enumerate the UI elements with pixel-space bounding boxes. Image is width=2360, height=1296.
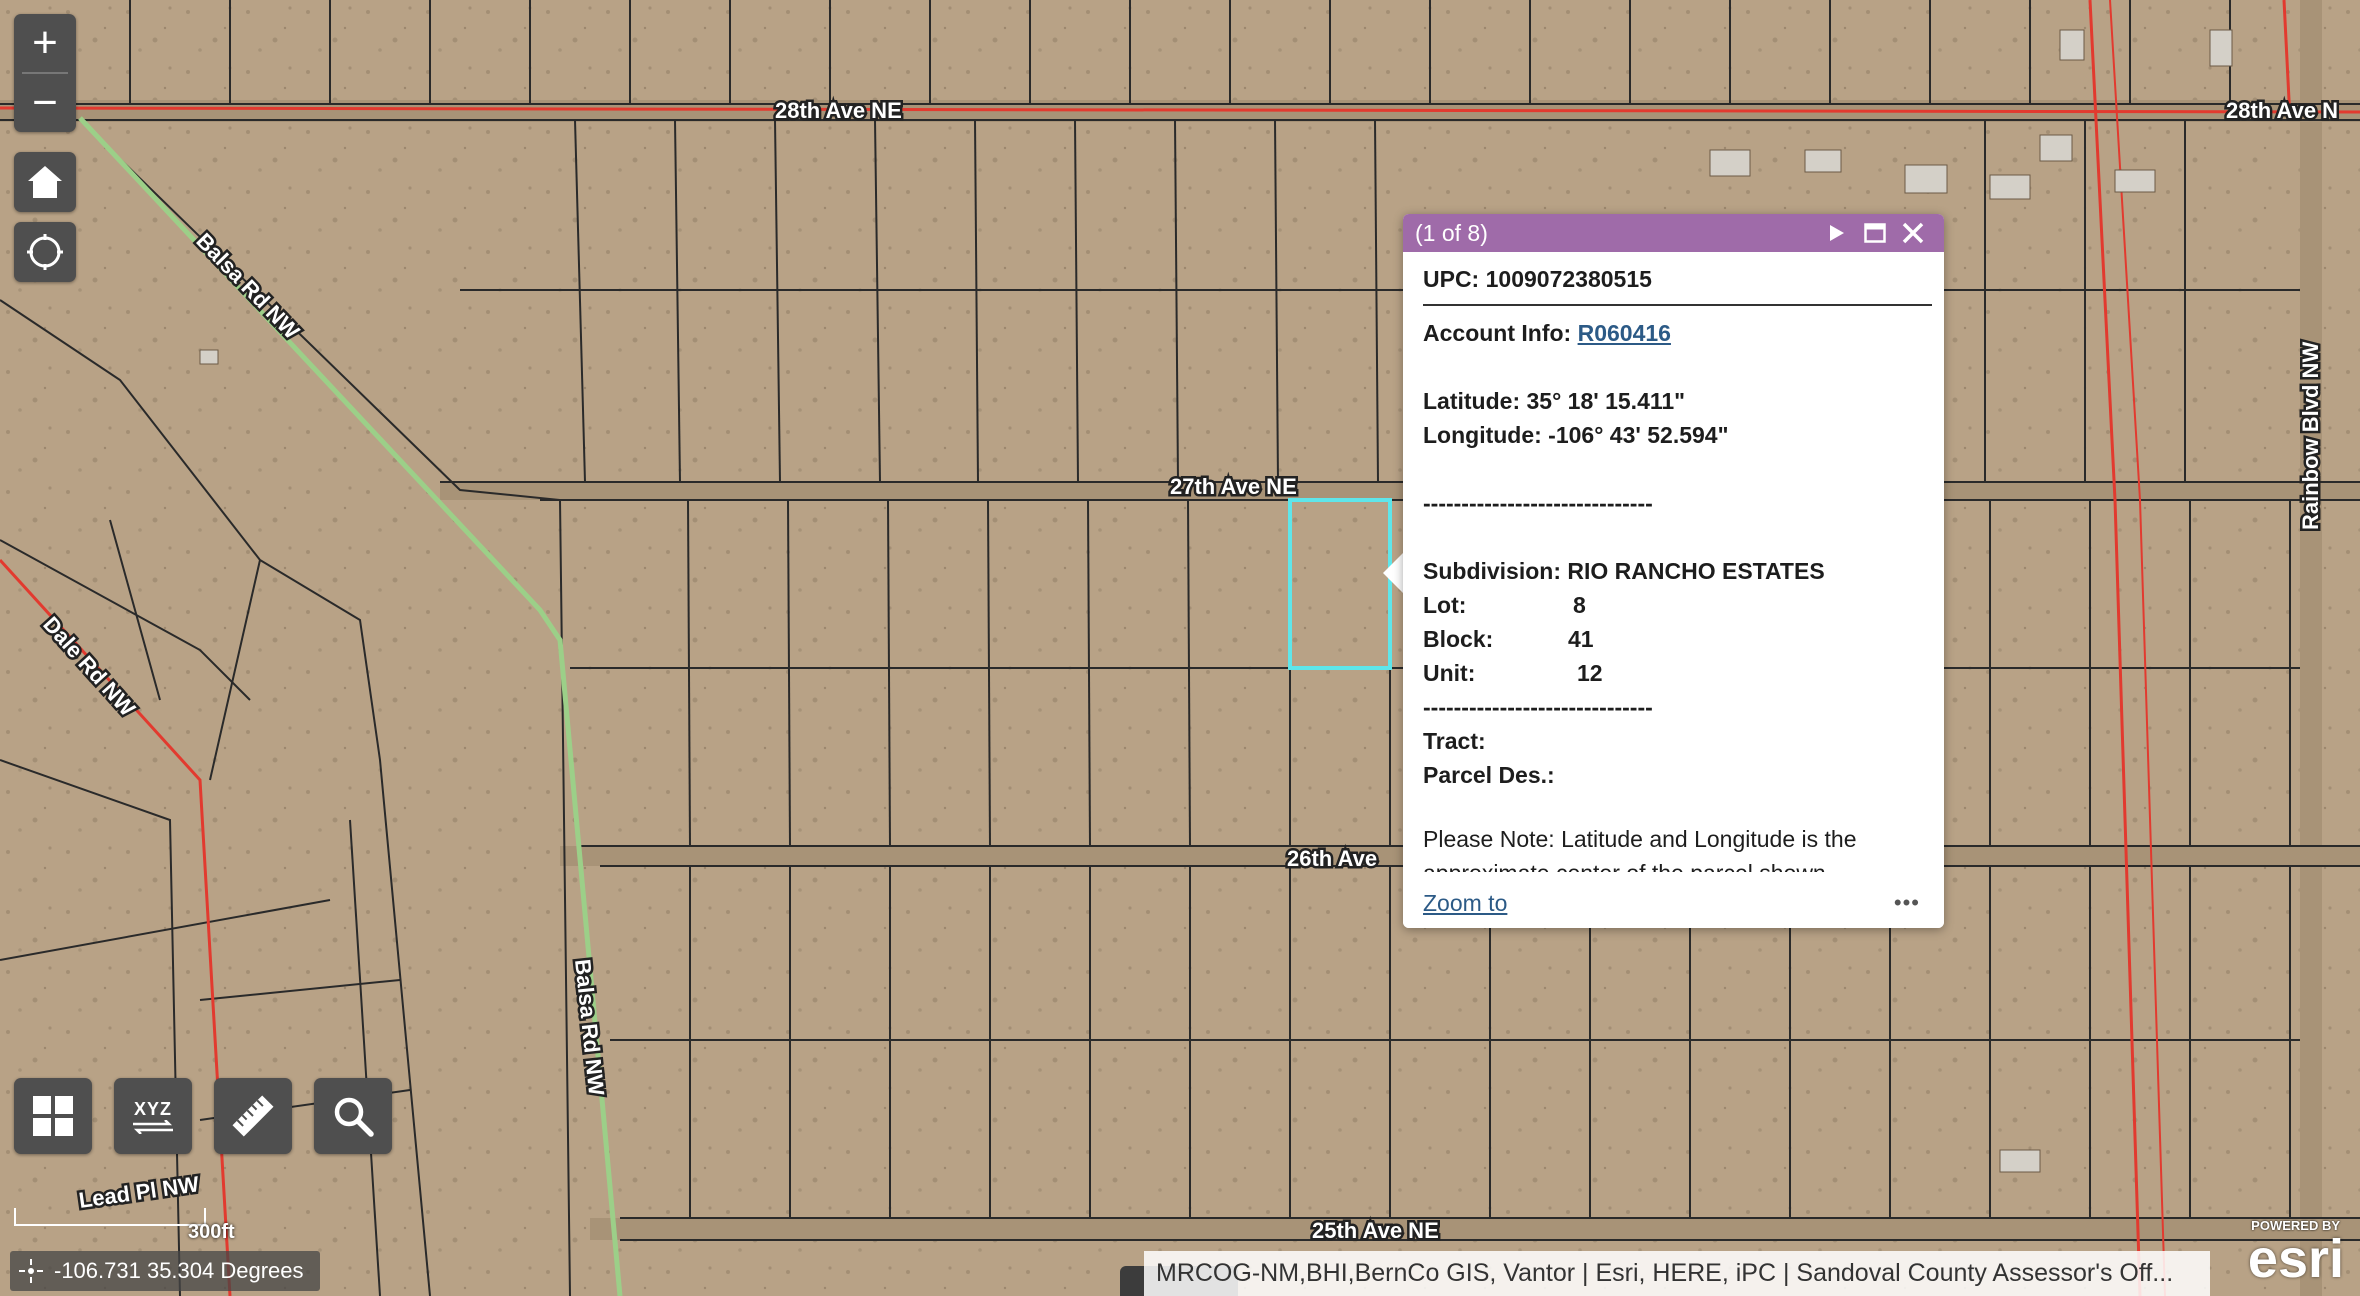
zoom-control: + − [14,14,76,132]
parcel-popup: (1 of 8) UPC: 1009072380515 Account Info… [1403,214,1944,928]
scale-bar [14,1208,206,1226]
label-28th-ave: 28th Ave NE [775,98,902,123]
search-icon [334,1097,374,1137]
unit-label: Unit: [1423,660,1476,686]
lot-row: Lot: 8 [1423,588,1932,622]
popup-pointer [1383,553,1403,593]
label-27th-ave: 27th Ave NE [1170,474,1297,499]
home-button[interactable] [14,152,76,212]
lot-value: 8 [1573,592,1586,618]
label-26th-ave: 26th Ave [1287,846,1377,871]
popup-header: (1 of 8) [1403,214,1944,252]
block-row: Block: 41 [1423,622,1932,656]
label-28th-ave-east: 28th Ave N [2226,98,2338,123]
play-icon [1830,225,1844,241]
zoom-to-link[interactable]: Zoom to [1423,890,1507,917]
home-icon [28,166,62,198]
coordinate-display[interactable]: -106.731 35.304 Degrees [10,1251,320,1291]
subdivision-field: Subdivision: RIO RANCHO ESTATES [1423,558,1825,584]
xyz-label: XYZ [133,1098,172,1119]
maximize-button[interactable] [1856,218,1894,248]
scale-label: 300ft [188,1221,235,1243]
unit-value: 12 [1577,660,1603,686]
close-button[interactable] [1894,218,1932,248]
ruler-icon [232,1095,274,1137]
longitude-field: Longitude: -106° 43' 52.594" [1423,422,1729,448]
account-row: Account Info: R060416 [1423,316,1932,350]
popup-body: UPC: 1009072380515 Account Info: R060416… [1403,252,1944,902]
search-button[interactable] [314,1078,392,1154]
account-label: Account Info: [1423,320,1572,346]
note-line-2: approximate center of the parcel shown [1423,856,1932,872]
latitude-field: Latitude: 35° 18' 15.411" [1423,388,1686,414]
lot-label: Lot: [1423,592,1467,618]
popup-counter: (1 of 8) [1415,219,1488,246]
popup-rule [1423,304,1932,306]
close-icon [1902,222,1924,244]
coordinate-conversion-button[interactable]: XYZ [114,1078,192,1154]
zoom-in-button[interactable]: + [14,14,76,72]
label-25th-ave: 25th Ave NE [1312,1218,1439,1243]
zoom-out-button[interactable]: − [14,74,76,132]
divider-text-1: ------------------------------ [1423,490,1653,516]
locate-button[interactable] [14,222,76,282]
minus-icon: − [32,78,58,127]
more-options-button[interactable]: ••• [1894,890,1920,916]
account-link[interactable]: R060416 [1578,320,1671,346]
popup-footer: Zoom to ••• [1403,886,1944,928]
esri-wordmark: esri [2247,1229,2344,1289]
upc-field: UPC: 1009072380515 [1423,266,1652,292]
measure-button[interactable] [214,1078,292,1154]
label-rainbow: Rainbow Blvd NW [2298,342,2323,530]
maximize-icon [1864,223,1886,243]
esri-logo: POWERED BY esri [2222,1214,2352,1294]
tract-field: Tract: [1423,728,1486,754]
block-value: 41 [1568,626,1594,652]
locate-icon [27,234,63,270]
block-label: Block: [1423,626,1494,652]
swap-arrows-icon [133,1119,173,1134]
unit-row: Unit: 12 [1423,656,1932,690]
coordinate-text: -106.731 35.304 Degrees [54,1258,304,1283]
divider-text-2: ------------------------------ [1423,694,1653,720]
basemap-gallery-button[interactable] [14,1078,92,1154]
grid-icon [33,1096,73,1136]
next-feature-button[interactable] [1818,218,1856,248]
note-line-1: Please Note: Latitude and Longitude is t… [1423,826,1857,852]
parcel-des-field: Parcel Des.: [1423,762,1555,788]
plus-icon: + [32,18,58,67]
crosshair-icon [19,1259,43,1283]
attribution-bar[interactable]: MRCOG-NM,BHI,BernCo GIS, Vantor | Esri, … [1144,1251,2210,1296]
